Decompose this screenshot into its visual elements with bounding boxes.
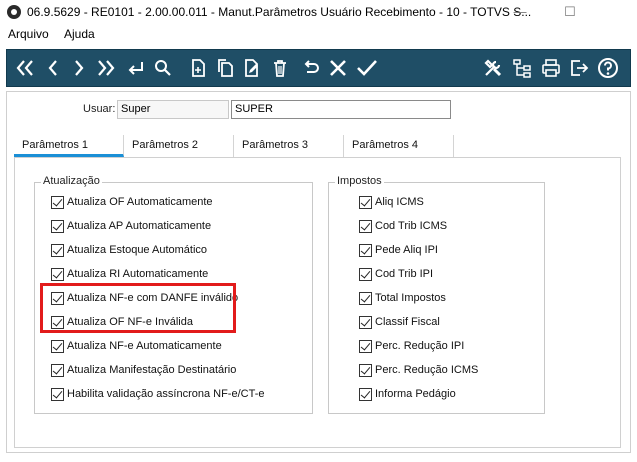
tab-parametros-2[interactable]: Parâmetros 2: [124, 135, 234, 157]
highlight-box: [40, 283, 236, 333]
checkbox-pede-aliq-ipi[interactable]: Pede Aliq IPI: [359, 242, 438, 258]
checkbox-checked[interactable]: [359, 363, 372, 377]
app-logo-icon: [7, 5, 21, 19]
menu-bar: Arquivo Ajuda: [0, 25, 637, 44]
hierarchy-icon[interactable]: [510, 50, 534, 86]
atualizacao-group-title: Atualização: [41, 175, 102, 187]
window-title: 06.9.5629 - RE0101 - 2.00.00.011 - Manut…: [27, 5, 532, 19]
goto-icon[interactable]: [123, 50, 147, 86]
maximize-button[interactable]: ☐: [547, 2, 593, 22]
checkbox-checked[interactable]: [51, 339, 64, 353]
checkbox-checked[interactable]: [51, 267, 64, 281]
confirm-icon[interactable]: [354, 50, 380, 86]
last-record-icon[interactable]: [94, 50, 118, 86]
minimize-button[interactable]: —: [497, 2, 543, 22]
next-record-icon[interactable]: [69, 50, 89, 86]
checkbox-checked[interactable]: [51, 387, 64, 401]
checkbox-habilita-validacao[interactable]: Habilita validação assíncrona NF-e/CT-e: [51, 386, 264, 402]
impostos-group-title: Impostos: [335, 175, 384, 187]
new-icon[interactable]: [187, 50, 209, 86]
checkbox-checked[interactable]: [51, 219, 64, 233]
checkbox-informa-pedagio[interactable]: Informa Pedágio: [359, 386, 456, 402]
undo-icon[interactable]: [299, 50, 321, 86]
checkbox-atualiza-ri[interactable]: Atualiza RI Automaticamente: [51, 266, 208, 282]
checkbox-checked[interactable]: [51, 243, 64, 257]
copy-icon[interactable]: [214, 50, 236, 86]
checkbox-checked[interactable]: [359, 315, 372, 329]
previous-record-icon[interactable]: [43, 50, 63, 86]
user-name-field[interactable]: SUPER: [231, 100, 451, 119]
print-icon[interactable]: [539, 50, 563, 86]
title-bar: 06.9.5629 - RE0101 - 2.00.00.011 - Manut…: [0, 0, 637, 24]
checkbox-checked[interactable]: [359, 387, 372, 401]
checkbox-checked[interactable]: [359, 339, 372, 353]
tab-parametros-3[interactable]: Parâmetros 3: [234, 135, 344, 157]
user-label: Usuar:: [83, 103, 116, 115]
first-record-icon[interactable]: [13, 50, 37, 86]
user-code-field[interactable]: Super: [117, 100, 229, 119]
menu-ajuda[interactable]: Ajuda: [64, 27, 95, 41]
checkbox-cod-trib-icms[interactable]: Cod Trib ICMS: [359, 218, 447, 234]
checkbox-atualiza-nfe-auto[interactable]: Atualiza NF-e Automaticamente: [51, 338, 222, 354]
checkbox-checked[interactable]: [51, 195, 64, 209]
checkbox-atualiza-of[interactable]: Atualiza OF Automaticamente: [51, 194, 213, 210]
checkbox-perc-reducao-ipi[interactable]: Perc. Redução IPI: [359, 338, 464, 354]
help-icon[interactable]: [595, 50, 621, 86]
edit-icon[interactable]: [241, 50, 263, 86]
checkbox-perc-reducao-icms[interactable]: Perc. Redução ICMS: [359, 362, 478, 378]
checkbox-atualiza-manifestacao[interactable]: Atualiza Manifestação Destinatário: [51, 362, 236, 378]
checkbox-checked[interactable]: [359, 243, 372, 257]
checkbox-classif-fiscal[interactable]: Classif Fiscal: [359, 314, 440, 330]
checkbox-checked[interactable]: [359, 219, 372, 233]
tab-parametros-4[interactable]: Parâmetros 4: [344, 135, 454, 157]
checkbox-checked[interactable]: [359, 291, 372, 305]
checkbox-total-impostos[interactable]: Total Impostos: [359, 290, 446, 306]
cancel-icon[interactable]: [326, 50, 350, 86]
delete-icon[interactable]: [269, 50, 291, 86]
checkbox-atualiza-estoque[interactable]: Atualiza Estoque Automático: [51, 242, 207, 258]
toolbar: [6, 49, 631, 87]
checkbox-atualiza-ap[interactable]: Atualiza AP Automaticamente: [51, 218, 211, 234]
tools-icon[interactable]: [481, 50, 505, 86]
search-icon[interactable]: [152, 50, 174, 86]
checkbox-checked[interactable]: [359, 195, 372, 209]
checkbox-checked[interactable]: [51, 363, 64, 377]
menu-arquivo[interactable]: Arquivo: [8, 27, 49, 41]
tab-parametros-1[interactable]: Parâmetros 1: [14, 135, 124, 157]
checkbox-checked[interactable]: [359, 267, 372, 281]
exit-icon[interactable]: [567, 50, 591, 86]
checkbox-aliq-icms[interactable]: Aliq ICMS: [359, 194, 424, 210]
checkbox-cod-trib-ipi[interactable]: Cod Trib IPI: [359, 266, 433, 282]
